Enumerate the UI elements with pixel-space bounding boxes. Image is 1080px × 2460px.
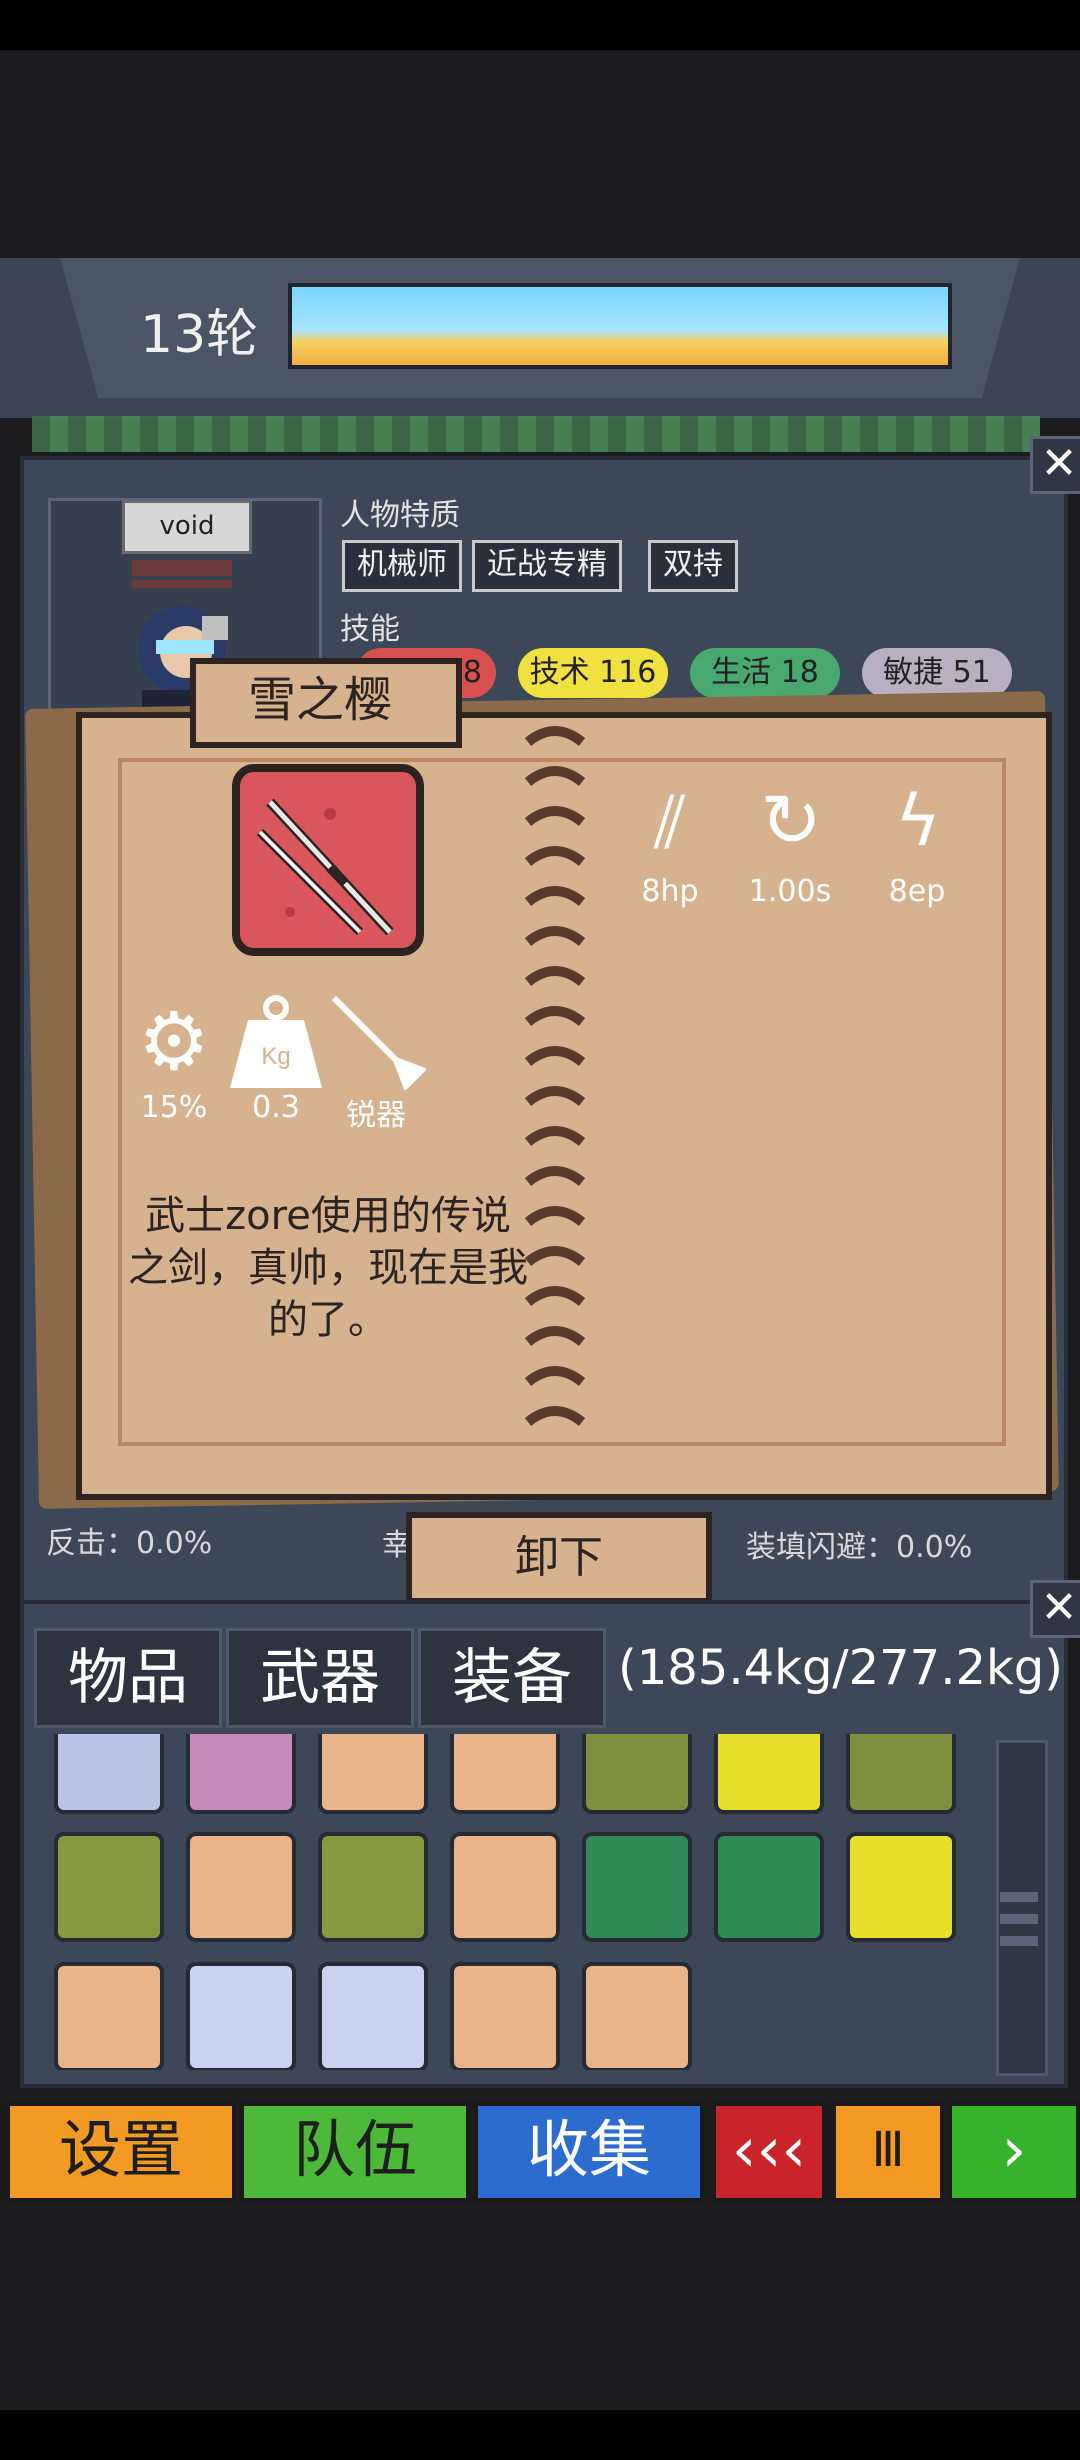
inventory-slot[interactable] <box>846 1832 956 1942</box>
inventory-slot[interactable] <box>714 1734 824 1814</box>
close-character-panel-button[interactable]: ✕ <box>1030 436 1080 494</box>
inventory-grid <box>34 1734 1000 2070</box>
close-inventory-button[interactable]: ✕ <box>1030 1580 1080 1638</box>
skill-pill[interactable]: 技术 116 <box>518 648 668 698</box>
inventory-slot[interactable] <box>714 1832 824 1942</box>
trait-tag[interactable]: 机械师 <box>342 540 462 592</box>
book-spine <box>524 726 586 1427</box>
inventory-slot[interactable] <box>318 1962 428 2070</box>
settings-button[interactable]: 设置 <box>6 2102 236 2202</box>
inventory-slot[interactable] <box>54 1734 164 1814</box>
weight-icon-text: Kg <box>261 1043 290 1070</box>
inventory-slot[interactable] <box>186 1734 296 1814</box>
crit-gear-icon: ⚙ <box>138 995 210 1088</box>
inventory-slot[interactable] <box>846 1734 956 1814</box>
pause-button[interactable]: Ⅲ <box>832 2102 944 2202</box>
skill-pill[interactable]: 生活 18 <box>690 648 840 698</box>
item-name: 雪之樱 <box>247 672 392 728</box>
trait-tag[interactable]: 近战专精 <box>472 540 622 592</box>
trait-tag[interactable]: 双持 <box>648 540 738 592</box>
tab-items[interactable]: 物品 <box>34 1628 222 1728</box>
inventory-slot[interactable] <box>450 1832 560 1942</box>
scrollbar-grip[interactable] <box>1000 1880 1038 1950</box>
inventory-slot[interactable] <box>54 1832 164 1942</box>
inventory-slot[interactable] <box>450 1962 560 2070</box>
cooldown-icon: ↻ <box>759 778 822 864</box>
tab-equipment[interactable]: 装备 <box>418 1628 606 1728</box>
reload-dodge-stat: 装填闪避：0.0% <box>746 1530 973 1565</box>
sword-item-icon <box>232 764 424 956</box>
next-button[interactable]: › <box>948 2102 1080 2202</box>
round-counter: 13轮 <box>140 305 259 365</box>
skills-label: 技能 <box>340 612 400 647</box>
tab-weapons[interactable]: 武器 <box>226 1628 414 1728</box>
energy-icon: ϟ <box>894 780 942 862</box>
sharp-blade-icon <box>331 995 426 1090</box>
energy-value: 8ep <box>888 874 946 909</box>
collection-button[interactable]: 收集 <box>474 2102 704 2202</box>
damage-value: 8hp <box>641 874 699 909</box>
battle-progress-sky <box>288 283 952 369</box>
character-name: void <box>122 500 252 554</box>
counter-stat: 反击：0.0% <box>46 1526 213 1561</box>
inventory-slot[interactable] <box>186 1962 296 2070</box>
unequip-button[interactable]: 卸下 <box>406 1512 712 1604</box>
inventory-slot[interactable] <box>450 1734 560 1814</box>
cooldown-value: 1.00s <box>748 874 832 909</box>
ground-strip <box>32 416 1040 452</box>
inventory-slot[interactable] <box>582 1832 692 1942</box>
carry-weight: (185.4kg/277.2kg) <box>618 1640 1063 1696</box>
status-bar-area <box>0 0 1080 50</box>
inventory-slot[interactable] <box>582 1962 692 2070</box>
inventory-slot[interactable] <box>186 1832 296 1942</box>
inventory-slot[interactable] <box>582 1734 692 1814</box>
inventory-slot[interactable] <box>318 1734 428 1814</box>
bottom-band <box>0 2410 1080 2460</box>
damage-type-value: 锐器 <box>346 1098 406 1133</box>
inventory-slot[interactable] <box>318 1832 428 1942</box>
team-button[interactable]: 队伍 <box>240 2102 470 2202</box>
traits-label: 人物特质 <box>340 498 460 533</box>
slash-icon: ⫽ <box>653 780 687 864</box>
skill-pill[interactable]: 敏捷 51 <box>862 648 1012 698</box>
item-description: 武士zore使用的传说之剑，真帅，现在是我的了。 <box>128 1193 528 1343</box>
inventory-slot[interactable] <box>54 1962 164 2070</box>
weight-icon: Kg <box>230 995 322 1088</box>
rewind-button[interactable]: ‹‹‹ <box>712 2102 826 2202</box>
